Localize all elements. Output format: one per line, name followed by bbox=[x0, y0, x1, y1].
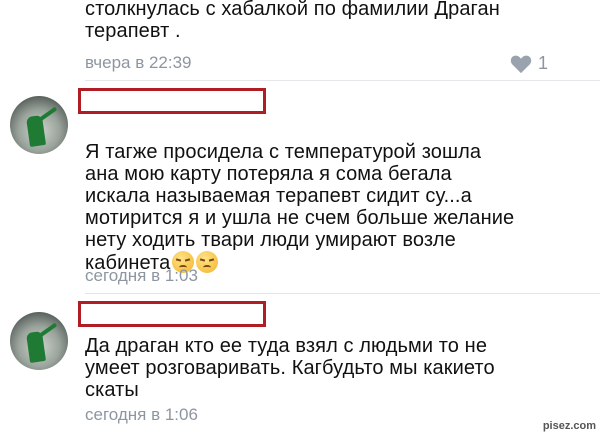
like-count: 1 bbox=[537, 53, 548, 73]
comment-timestamp[interactable]: сегодня в 1:06 bbox=[85, 405, 198, 425]
redacted-author-name bbox=[78, 88, 266, 114]
comment-text: Я тагже просидела с температурой зошла а… bbox=[85, 119, 565, 274]
comment-timestamp[interactable]: вчера в 22:39 bbox=[85, 53, 192, 73]
avatar[interactable] bbox=[10, 312, 68, 370]
like-button[interactable]: 1 bbox=[510, 53, 548, 74]
divider bbox=[85, 80, 600, 81]
comment-body: Я тагже просидела с температурой зошла а… bbox=[85, 141, 515, 274]
redacted-author-name bbox=[78, 301, 266, 327]
avatar[interactable] bbox=[10, 96, 68, 154]
comment-text: столкнулась с хабалкой по фамилии Драган… bbox=[85, 0, 500, 42]
comment-timestamp[interactable]: сегодня в 1:03 bbox=[85, 266, 198, 286]
divider bbox=[85, 293, 600, 294]
watermark: pisez.com bbox=[542, 420, 596, 432]
heart-icon bbox=[510, 55, 532, 73]
comment-text: Да драган кто ее туда взял с людьми то н… bbox=[85, 335, 495, 401]
pensive-face-icon bbox=[196, 251, 219, 273]
